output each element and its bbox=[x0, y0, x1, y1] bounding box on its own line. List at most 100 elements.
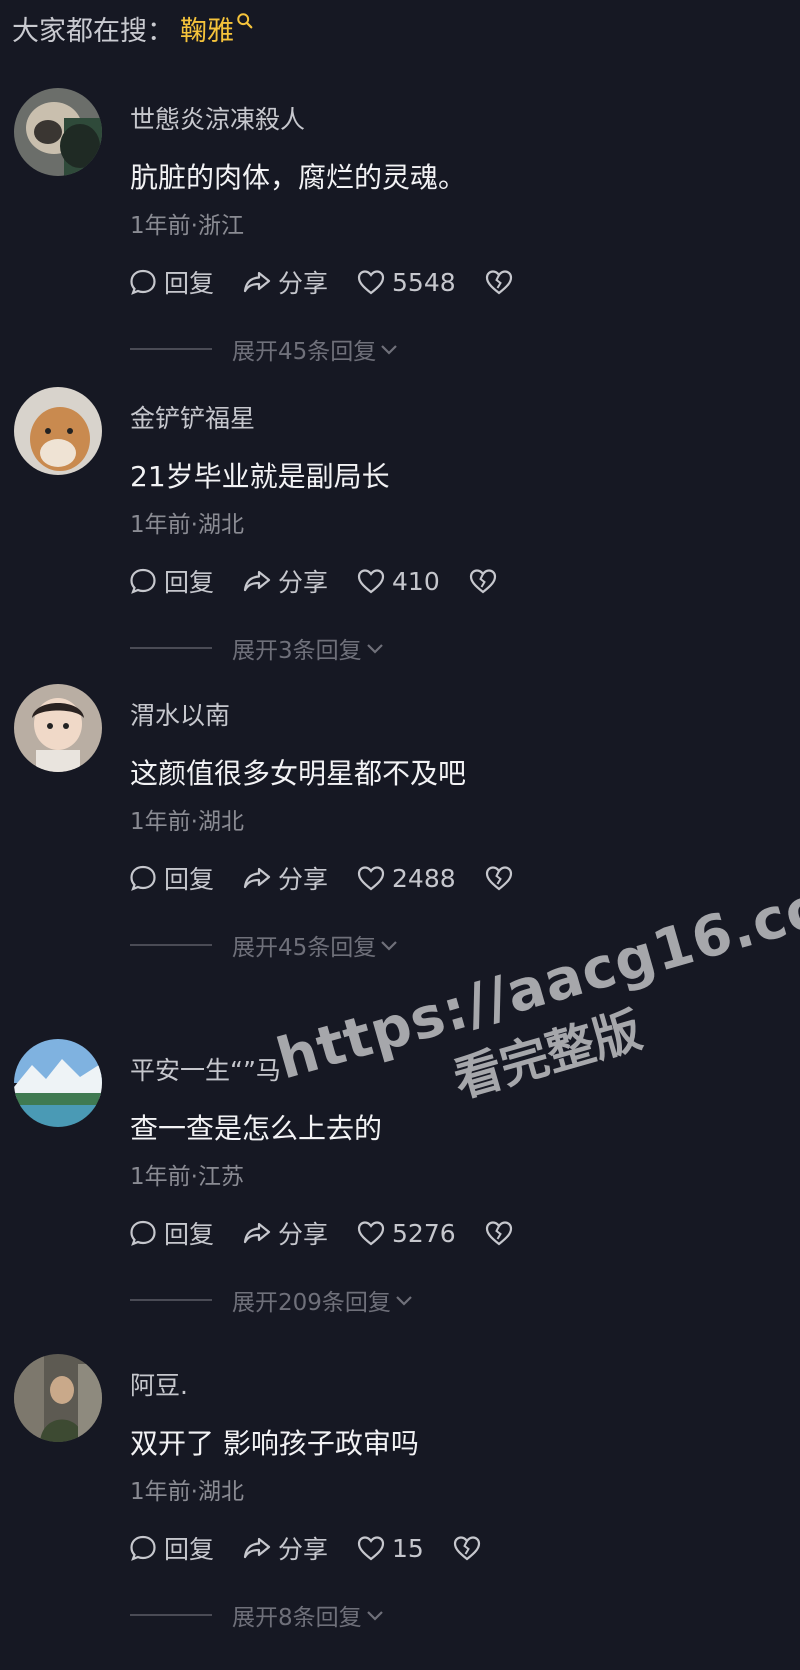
comment-meta: 1年前·江苏 bbox=[130, 1164, 244, 1190]
expand-replies-label: 展开45条回复 bbox=[232, 339, 377, 365]
trending-search-bar[interactable]: 大家都在搜： 鞠雅 bbox=[12, 8, 254, 48]
comment-text: 21岁毕业就是副局长 bbox=[130, 460, 390, 493]
like-count: 2488 bbox=[392, 863, 456, 893]
comment-item: 阿豆. 双开了 影响孩子政审吗 1年前·湖北 回复 分享 15 展开8条回复 bbox=[0, 1354, 800, 1670]
comment-username[interactable]: 阿豆. bbox=[130, 1366, 188, 1402]
share-button[interactable]: 分享 bbox=[242, 264, 328, 300]
share-label: 分享 bbox=[278, 865, 329, 894]
share-label: 分享 bbox=[278, 568, 329, 597]
comment-username[interactable]: 平安一生“”马 bbox=[130, 1051, 281, 1087]
share-icon bbox=[243, 867, 271, 889]
comment-meta: 1年前·浙江 bbox=[130, 213, 244, 239]
avatar[interactable] bbox=[14, 387, 102, 475]
reply-icon bbox=[130, 1220, 156, 1246]
comment-item: 金铲铲福星 21岁毕业就是副局长 1年前·湖北 回复 分享 410 展开3条回复 bbox=[0, 387, 800, 703]
reply-icon bbox=[130, 269, 156, 295]
comment-actions: 回复 分享 5276 bbox=[128, 1213, 542, 1253]
divider-line bbox=[130, 1299, 212, 1301]
divider-line bbox=[130, 1614, 212, 1616]
expand-replies-button[interactable]: 展开45条回复 bbox=[130, 332, 400, 366]
comment-actions: 回复 分享 15 bbox=[128, 1528, 510, 1568]
like-button[interactable]: 15 bbox=[356, 1533, 424, 1563]
like-count: 5276 bbox=[392, 1218, 456, 1248]
reply-icon bbox=[130, 1535, 156, 1561]
like-button[interactable]: 410 bbox=[356, 566, 440, 596]
like-count: 15 bbox=[392, 1533, 424, 1563]
like-button[interactable]: 2488 bbox=[356, 863, 456, 893]
reply-button[interactable]: 回复 bbox=[128, 264, 214, 300]
divider-line bbox=[130, 348, 212, 350]
comment-actions: 回复 分享 2488 bbox=[128, 858, 542, 898]
share-label: 分享 bbox=[278, 269, 329, 298]
comment-text: 双开了 影响孩子政审吗 bbox=[130, 1427, 419, 1460]
reply-icon bbox=[130, 568, 156, 594]
avatar[interactable] bbox=[14, 88, 102, 176]
share-icon bbox=[243, 1222, 271, 1244]
expand-replies-button[interactable]: 展开3条回复 bbox=[130, 631, 386, 665]
comment-actions: 回复 分享 5548 bbox=[128, 262, 542, 302]
search-icon[interactable] bbox=[236, 12, 254, 30]
heart-icon bbox=[357, 1536, 385, 1561]
reply-button[interactable]: 回复 bbox=[128, 1215, 214, 1251]
trending-search-prefix: 大家都在搜： bbox=[12, 15, 174, 47]
broken-heart-icon bbox=[453, 1536, 480, 1561]
comment-meta: 1年前·湖北 bbox=[130, 1479, 244, 1505]
avatar[interactable] bbox=[14, 684, 102, 772]
share-button[interactable]: 分享 bbox=[242, 860, 328, 896]
avatar[interactable] bbox=[14, 1039, 102, 1127]
share-label: 分享 bbox=[278, 1220, 329, 1249]
share-button[interactable]: 分享 bbox=[242, 1215, 328, 1251]
heart-icon bbox=[357, 866, 385, 891]
avatar[interactable] bbox=[14, 1354, 102, 1442]
reply-button[interactable]: 回复 bbox=[128, 563, 214, 599]
expand-replies-label: 展开3条回复 bbox=[232, 638, 362, 664]
share-label: 分享 bbox=[278, 1535, 329, 1564]
dislike-button[interactable] bbox=[484, 267, 514, 297]
broken-heart-icon bbox=[469, 569, 496, 594]
reply-icon bbox=[130, 865, 156, 891]
expand-replies-label: 展开209条回复 bbox=[232, 1290, 391, 1316]
reply-label: 回复 bbox=[164, 865, 215, 894]
comment-actions: 回复 分享 410 bbox=[128, 561, 526, 601]
chevron-down-icon bbox=[381, 345, 398, 355]
expand-replies-button[interactable]: 展开8条回复 bbox=[130, 1598, 386, 1632]
share-button[interactable]: 分享 bbox=[242, 1530, 328, 1566]
dislike-button[interactable] bbox=[484, 1218, 514, 1248]
share-icon bbox=[243, 271, 271, 293]
heart-icon bbox=[357, 1221, 385, 1246]
comment-text: 这颜值很多女明星都不及吧 bbox=[130, 757, 467, 790]
comment-username[interactable]: 渭水以南 bbox=[130, 696, 230, 732]
dislike-button[interactable] bbox=[484, 863, 514, 893]
share-button[interactable]: 分享 bbox=[242, 563, 328, 599]
expand-replies-button[interactable]: 展开209条回复 bbox=[130, 1283, 415, 1317]
comment-username[interactable]: 世態炎涼凍殺人 bbox=[130, 100, 305, 136]
comment-item: 平安一生“”马 查一查是怎么上去的 1年前·江苏 回复 分享 5276 展开20… bbox=[0, 1039, 800, 1355]
divider-line bbox=[130, 944, 212, 946]
heart-icon bbox=[357, 569, 385, 594]
broken-heart-icon bbox=[485, 1221, 512, 1246]
comment-text: 肮脏的肉体，腐烂的灵魂。 bbox=[130, 161, 467, 194]
reply-button[interactable]: 回复 bbox=[128, 860, 214, 896]
comment-item: 渭水以南 这颜值很多女明星都不及吧 1年前·湖北 回复 分享 2488 展开45… bbox=[0, 684, 800, 1000]
chevron-down-icon bbox=[381, 941, 398, 951]
heart-icon bbox=[357, 270, 385, 295]
like-count: 5548 bbox=[392, 267, 456, 297]
divider-line bbox=[130, 647, 212, 649]
reply-label: 回复 bbox=[164, 1535, 215, 1564]
trending-search-keyword[interactable]: 鞠雅 bbox=[180, 9, 234, 48]
like-button[interactable]: 5548 bbox=[356, 267, 456, 297]
chevron-down-icon bbox=[366, 644, 383, 654]
expand-replies-label: 展开45条回复 bbox=[232, 935, 377, 961]
share-icon bbox=[243, 570, 271, 592]
like-button[interactable]: 5276 bbox=[356, 1218, 456, 1248]
dislike-button[interactable] bbox=[468, 566, 498, 596]
expand-replies-button[interactable]: 展开45条回复 bbox=[130, 928, 400, 962]
broken-heart-icon bbox=[485, 270, 512, 295]
reply-button[interactable]: 回复 bbox=[128, 1530, 214, 1566]
dislike-button[interactable] bbox=[452, 1533, 482, 1563]
like-count: 410 bbox=[392, 566, 440, 596]
reply-label: 回复 bbox=[164, 269, 215, 298]
expand-replies-label: 展开8条回复 bbox=[232, 1605, 362, 1631]
reply-label: 回复 bbox=[164, 568, 215, 597]
comment-username[interactable]: 金铲铲福星 bbox=[130, 399, 255, 435]
